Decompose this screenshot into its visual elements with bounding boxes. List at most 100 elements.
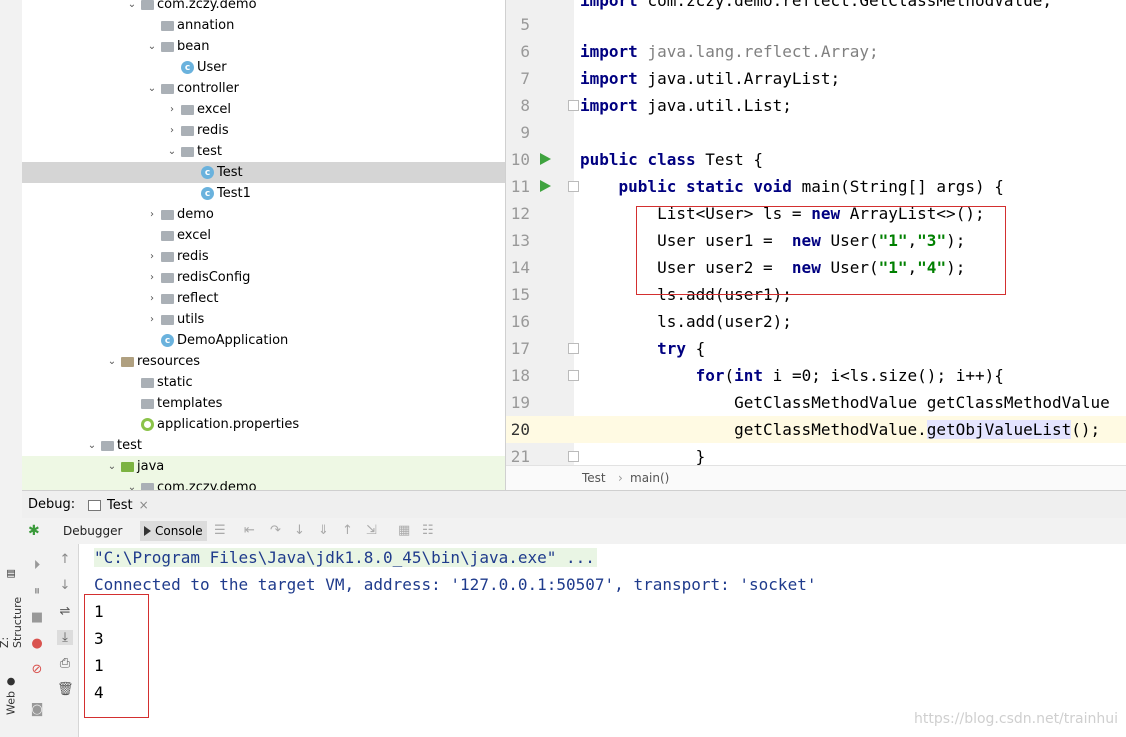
fold-icon[interactable] (568, 451, 579, 462)
chevron-right-icon[interactable]: › (146, 293, 158, 304)
fold-icon[interactable] (568, 100, 579, 111)
rerun-icon[interactable]: ⏵ (29, 558, 45, 573)
tree-item[interactable]: ⌄ com.zczy.demo (22, 477, 505, 490)
close-icon[interactable]: × (139, 498, 149, 512)
console-line: "C:\Program Files\Java\jdk1.8.0_45\bin\j… (94, 548, 597, 567)
tree-item-label: demo (177, 207, 214, 222)
web-icon: ● (5, 676, 17, 688)
tree-item[interactable]: ⌄ com.zczy.demo (22, 0, 505, 15)
tree-item[interactable]: ⌄ test (22, 141, 505, 162)
line-number: 8 (520, 96, 530, 115)
tab-debugger[interactable]: Debugger (63, 524, 122, 538)
code-editor[interactable]: import com.zczy.demo.reflect.GetClassMet… (505, 0, 1126, 490)
soft-wrap-icon[interactable]: ⇌ (57, 604, 73, 619)
chevron-down-icon[interactable]: ⌄ (146, 41, 158, 52)
code-line[interactable]: 17 try { (506, 335, 1126, 362)
tree-item[interactable]: › demo (22, 204, 505, 225)
code-line[interactable]: 10 public class Test { (506, 146, 1126, 173)
step-out-icon[interactable]: ↑ (342, 523, 353, 538)
clear-all-icon[interactable]: 🗑 (57, 682, 74, 697)
menu-icon[interactable]: ☰ (214, 523, 226, 538)
tab-console[interactable]: Console (140, 521, 207, 541)
camera-icon[interactable]: ◙ (29, 702, 45, 717)
web-tool-tab[interactable]: Web ● (2, 665, 20, 715)
chevron-down-icon[interactable]: ⌄ (146, 83, 158, 94)
chevron-right-icon[interactable]: › (146, 251, 158, 262)
chevron-right-icon[interactable]: › (146, 314, 158, 325)
structure-tool-tab[interactable]: Z: Structure ▤ (0, 568, 24, 648)
tree-item[interactable]: annation (22, 15, 505, 36)
show-execution-point-icon[interactable]: ⇤ (244, 523, 255, 538)
trace-icon[interactable]: ☷ (422, 523, 434, 538)
stop-icon[interactable]: ■ (29, 610, 45, 625)
project-tree[interactable]: ⌄ com.zczy.demo annation ⌄ bean c User ⌄ control… (22, 0, 505, 490)
tree-item[interactable]: excel (22, 225, 505, 246)
tree-item[interactable]: ⌄ resources (22, 351, 505, 372)
print-icon[interactable]: ⎙ (57, 656, 73, 671)
folder-icon (161, 251, 174, 262)
run-to-cursor-icon[interactable]: ⇲ (366, 523, 377, 538)
code-line[interactable]: 7 import java.util.ArrayList; (506, 65, 1126, 92)
tree-item[interactable]: › excel (22, 99, 505, 120)
chevron-right-icon[interactable]: › (166, 104, 178, 115)
mute-breakpoints-icon[interactable]: ⊘ (29, 662, 45, 677)
chevron-right-icon[interactable]: › (166, 125, 178, 136)
fold-icon[interactable] (568, 181, 579, 192)
tree-item[interactable]: ⌄ controller (22, 78, 505, 99)
breadcrumb-class[interactable]: Test (582, 471, 606, 485)
chevron-down-icon[interactable]: ⌄ (126, 482, 138, 490)
step-over-icon[interactable]: ↷ (270, 523, 281, 538)
chevron-down-icon[interactable]: ⌄ (106, 356, 118, 367)
chevron-down-icon[interactable]: ⌄ (106, 461, 118, 472)
run-gutter-icon[interactable] (540, 180, 551, 192)
code-line[interactable]: 9 (506, 119, 1126, 146)
debug-toolbar: ✱ Debugger Console ☰ ⇤ ↷ ↓ ⇓ ↑ ⇲ ▦ ☷ (22, 518, 1126, 545)
code-line[interactable]: 11 public static void main(String[] args… (506, 173, 1126, 200)
tree-item[interactable]: ⌄ bean (22, 36, 505, 57)
code-line[interactable]: 16 ls.add(user2); (506, 308, 1126, 335)
fold-icon[interactable] (568, 370, 579, 381)
chevron-down-icon[interactable]: ⌄ (86, 440, 98, 451)
left-tool-strip: Z: Structure ▤ Web ● (0, 0, 24, 737)
tree-item[interactable]: static (22, 372, 505, 393)
run-gutter-icon[interactable] (540, 153, 551, 165)
step-into-icon[interactable]: ↓ (294, 523, 305, 538)
chevron-down-icon[interactable]: ⌄ (166, 146, 178, 157)
tree-item[interactable]: › utils (22, 309, 505, 330)
tree-item[interactable]: ⌄ test (22, 435, 505, 456)
tree-item[interactable]: › redisConfig (22, 267, 505, 288)
tree-item-label: reflect (177, 291, 219, 306)
chevron-down-icon[interactable]: ⌄ (126, 0, 138, 10)
console-output[interactable]: "C:\Program Files\Java\jdk1.8.0_45\bin\j… (79, 544, 1126, 737)
evaluate-expression-icon[interactable]: ▦ (398, 523, 410, 538)
view-breakpoints-icon[interactable]: ● (29, 636, 45, 651)
line-number: 5 (520, 15, 530, 34)
tree-item[interactable]: ⌄ java (22, 456, 505, 477)
chevron-right-icon[interactable]: › (146, 209, 158, 220)
pause-icon[interactable]: ⏸ (29, 584, 45, 599)
scroll-up-icon[interactable]: ↑ (57, 552, 73, 567)
code-line[interactable]: 20 getClassMethodValue.getObjValueList()… (506, 416, 1126, 443)
chevron-right-icon[interactable]: › (146, 272, 158, 283)
fold-icon[interactable] (568, 343, 579, 354)
code-line[interactable]: 8 import java.util.List; (506, 92, 1126, 119)
force-step-into-icon[interactable]: ⇓ (318, 523, 329, 538)
tree-item[interactable]: templates (22, 393, 505, 414)
tree-item[interactable]: c Test (22, 162, 505, 183)
tree-item[interactable]: c Test1 (22, 183, 505, 204)
code-line[interactable]: 18 for(int i =0; i<ls.size(); i++){ (506, 362, 1126, 389)
tree-item[interactable]: application.properties (22, 414, 505, 435)
code-line[interactable]: 19 GetClassMethodValue getClassMethodVal… (506, 389, 1126, 416)
tree-item[interactable]: › reflect (22, 288, 505, 309)
tree-item-label: bean (177, 39, 210, 54)
tree-item[interactable]: › redis (22, 120, 505, 141)
scroll-down-icon[interactable]: ↓ (57, 578, 73, 593)
debug-session-tab[interactable]: Test × (88, 495, 149, 515)
tree-item[interactable]: c DemoApplication (22, 330, 505, 351)
breadcrumb-method[interactable]: main() (630, 471, 669, 485)
code-line[interactable]: 6 import java.lang.reflect.Array; (506, 38, 1126, 65)
code-line[interactable]: 5 (506, 11, 1126, 38)
tree-item[interactable]: c User (22, 57, 505, 78)
scroll-to-end-icon[interactable]: ⤓ (57, 630, 73, 645)
tree-item[interactable]: › redis (22, 246, 505, 267)
